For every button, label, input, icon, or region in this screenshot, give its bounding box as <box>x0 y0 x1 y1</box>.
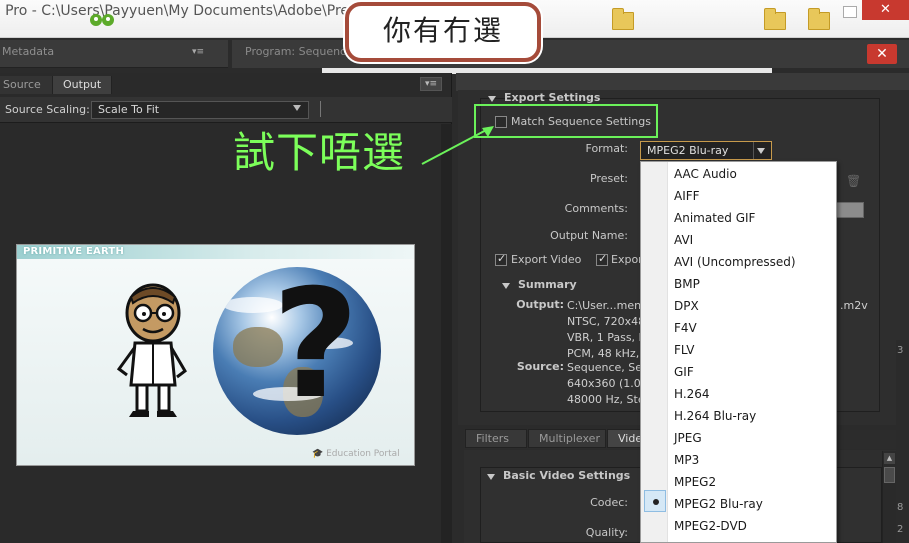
collapse-triangle-icon[interactable] <box>487 474 495 480</box>
video-preview-frame: PRIMITIVE EARTH ? 🎓 Education Portal <box>16 244 415 466</box>
export-settings-header: Export Settings <box>504 91 601 104</box>
trash-icon[interactable]: 🗑 <box>846 174 861 188</box>
source-scaling-select[interactable]: Scale To Fit <box>91 101 309 119</box>
frog-icon <box>90 12 114 28</box>
window-title: e Pro - C:\Users\Payyuen\My Documents\Ad… <box>0 3 350 19</box>
hint-annotation: 試下唔選 <box>233 128 406 177</box>
scrollbar-thumb[interactable] <box>884 467 895 483</box>
window-close-button[interactable]: ✕ <box>862 0 909 20</box>
folder-icon[interactable] <box>808 8 830 30</box>
tab-multiplexer[interactable]: Multiplexer <box>528 429 606 448</box>
format-option[interactable]: GIF <box>674 361 694 383</box>
tab-metadata[interactable]: Metadata <box>2 45 54 58</box>
export-video-checkbox[interactable] <box>495 252 507 266</box>
comments-label: Comments: <box>564 202 628 215</box>
edge-digit: 8 <box>897 502 904 513</box>
chevron-down-icon[interactable] <box>293 105 301 111</box>
export-dialog-header <box>456 73 909 91</box>
arrow-annotation-icon <box>421 126 494 165</box>
summary-output-label: Output: <box>516 298 564 311</box>
question-mark: ? <box>272 258 360 432</box>
panel-menu-icon[interactable]: ▾≡ <box>420 77 442 91</box>
edge-digit: 3 <box>897 345 904 356</box>
export-audio-checkbox[interactable] <box>596 252 608 266</box>
format-option[interactable]: AIFF <box>674 185 700 207</box>
export-audio-label[interactable]: Expor <box>611 253 643 266</box>
dropdown-gutter <box>641 162 668 542</box>
watermark-text: Education Portal <box>326 449 400 459</box>
callout-bubble: 你有冇選 <box>345 2 541 62</box>
format-option[interactable]: Animated GIF <box>674 207 755 229</box>
dialog-close-button[interactable]: ✕ <box>867 44 897 64</box>
preset-label: Preset: <box>589 172 628 185</box>
format-option[interactable]: AVI (Uncompressed) <box>674 251 796 273</box>
format-option[interactable]: AVI <box>674 229 693 251</box>
education-portal-watermark: 🎓 Education Portal <box>312 449 400 459</box>
format-option[interactable]: JPEG <box>674 427 702 449</box>
export-video-label[interactable]: Export Video <box>511 253 581 266</box>
edge-digit: 2 <box>897 524 904 535</box>
format-option[interactable]: DPX <box>674 295 699 317</box>
vertical-scrollbar[interactable] <box>882 451 896 543</box>
summary-output-line: VBR, 1 Pass, M <box>567 331 649 344</box>
window-restore-button[interactable] <box>843 6 857 18</box>
source-scaling-label: Source Scaling: <box>5 103 90 116</box>
format-label: Format: <box>585 142 628 155</box>
video-banner-title: PRIMITIVE EARTH <box>23 246 125 257</box>
tab-output[interactable]: Output <box>52 76 112 94</box>
panel-gutter <box>441 124 452 543</box>
format-option[interactable]: AAC Audio <box>674 163 737 185</box>
radio-dot-icon <box>653 499 659 505</box>
summary-source-label: Source: <box>516 360 564 373</box>
chevron-down-icon[interactable] <box>757 148 765 154</box>
summary-output-extension: .m2v <box>840 299 868 312</box>
format-option[interactable]: BMP <box>674 273 700 295</box>
codec-label: Codec: <box>590 496 628 509</box>
format-option-selected[interactable]: MPEG2 Blu-ray <box>674 493 763 515</box>
format-option[interactable]: FLV <box>674 339 694 361</box>
summary-source-line: Sequence, Seq <box>567 361 649 374</box>
folder-icon[interactable] <box>612 8 634 30</box>
panel-menu-icon[interactable]: ▾≡ <box>192 47 212 57</box>
tab-source[interactable]: Source <box>0 76 52 94</box>
collapse-triangle-icon[interactable] <box>488 96 496 102</box>
format-option[interactable]: F4V <box>674 317 697 339</box>
format-option[interactable]: MPEG2 <box>674 471 716 493</box>
program-monitor-title[interactable]: Program: Sequence <box>245 45 353 58</box>
quality-label: Quality: <box>585 526 628 539</box>
basic-video-settings-header: Basic Video Settings <box>503 469 631 482</box>
selected-item-marker <box>644 490 666 512</box>
scientist-illustration <box>113 283 193 423</box>
collapse-triangle-icon[interactable] <box>502 283 510 289</box>
tab-filters[interactable]: Filters <box>465 429 527 448</box>
format-option[interactable]: MPEG2-DVD <box>674 515 747 537</box>
mortarboard-icon: 🎓 <box>312 449 324 459</box>
comments-input[interactable] <box>836 202 864 218</box>
output-name-label: Output Name: <box>550 229 628 242</box>
format-option[interactable]: MP3 <box>674 449 699 471</box>
format-dropdown-list[interactable]: AAC Audio AIFF Animated GIF AVI AVI (Unc… <box>640 161 837 543</box>
summary-header: Summary <box>518 278 577 291</box>
format-option[interactable]: H.264 Blu-ray <box>674 405 756 427</box>
scroll-up-icon[interactable]: ▲ <box>884 453 895 464</box>
divider <box>320 101 321 117</box>
highlight-box <box>474 104 658 138</box>
folder-icon[interactable] <box>764 8 786 30</box>
format-option[interactable]: H.264 <box>674 383 710 405</box>
summary-output-line: C:\User...ment <box>567 299 646 312</box>
summary-source-line: 640x360 (1.0), <box>567 377 649 390</box>
summary-source-line: 48000 Hz, Ster <box>567 393 650 406</box>
